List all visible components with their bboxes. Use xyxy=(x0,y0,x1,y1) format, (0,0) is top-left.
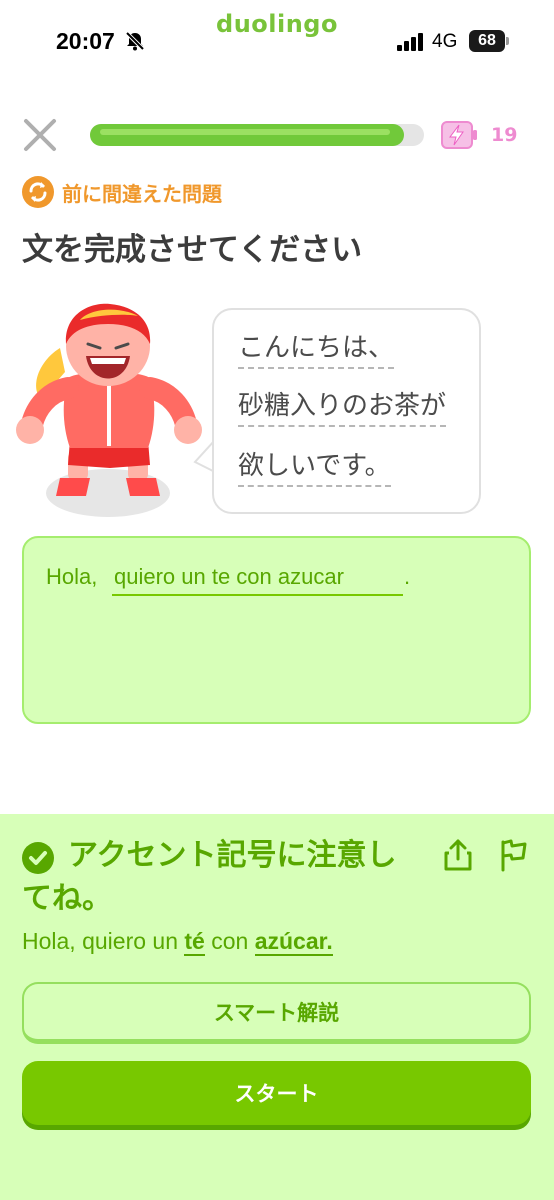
page-title: 文を完成させてください xyxy=(22,232,363,268)
answer-prefix: Hola, xyxy=(46,564,98,589)
network-type: 4G xyxy=(432,31,458,52)
character-illustration xyxy=(16,303,202,517)
close-icon[interactable] xyxy=(22,117,58,153)
energy-count: 19 xyxy=(491,124,518,146)
progress-fill xyxy=(90,124,404,146)
bubble-line-2[interactable]: 砂糖入りのお茶が xyxy=(238,390,447,427)
signal-icon xyxy=(397,33,423,51)
bubble-line-1[interactable]: こんにちは、 xyxy=(238,332,395,369)
lesson-progress-bar xyxy=(90,124,424,146)
feedback-title: アクセント記号に注意してね。 xyxy=(22,838,397,916)
refresh-icon xyxy=(22,176,54,208)
correction-highlight-azucar[interactable]: azúcar. xyxy=(254,928,333,956)
speech-bubble: こんにちは、 砂糖入りのお茶が 欲しいです。 xyxy=(212,308,481,514)
answer-input[interactable] xyxy=(112,560,403,596)
feedback-panel: アクセント記号に注意してね。 Hola, quiero un té con az… xyxy=(0,814,554,1200)
start-button[interactable]: スタート xyxy=(22,1061,531,1125)
correct-answer: Hola, quiero un té con azúcar. xyxy=(22,928,333,956)
correction-highlight-te[interactable]: té xyxy=(184,928,205,956)
smart-explain-button[interactable]: スマート解説 xyxy=(22,982,531,1044)
battery-icon: 68 xyxy=(469,30,505,52)
correction-part-3: con xyxy=(204,928,255,954)
correction-part-1: Hola, quiero un xyxy=(22,928,185,954)
answer-suffix: . xyxy=(404,564,411,589)
share-icon[interactable] xyxy=(443,838,473,872)
status-bar: 20:07 duolingo 4G 68 xyxy=(0,0,554,80)
review-label: 前に間違えた問題 xyxy=(62,182,222,206)
answer-box: Hola, . xyxy=(22,536,531,724)
energy-battery-icon xyxy=(441,121,477,149)
flag-icon[interactable] xyxy=(498,838,530,872)
bubble-line-3[interactable]: 欲しいです。 xyxy=(238,450,391,487)
battery-tip xyxy=(506,37,509,45)
progress-shine xyxy=(100,129,390,135)
